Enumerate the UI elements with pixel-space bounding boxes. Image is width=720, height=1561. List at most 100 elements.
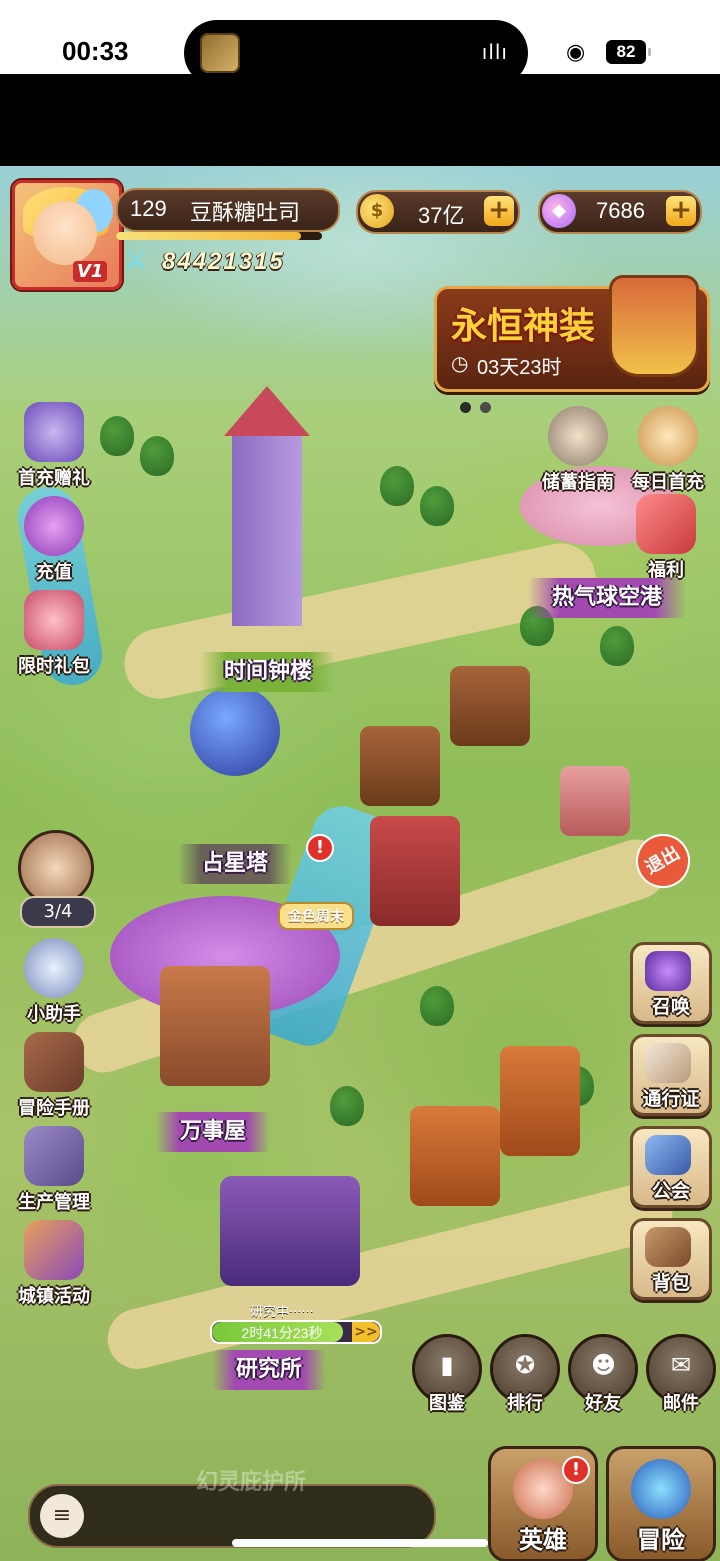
summon-label: 召唤 [651,996,690,1018]
add-gold-button[interactable]: + [484,196,514,226]
pink-house[interactable] [560,766,630,836]
backpack-button[interactable]: 背包 [630,1218,712,1300]
add-gems-button[interactable]: + [666,196,696,226]
research-institute-label[interactable]: 研究所 [212,1350,327,1390]
shield-swords-icon [645,1135,691,1175]
clock-tower-label[interactable]: 时间钟楼 [200,652,337,692]
envelope-icon: ✉ [670,1351,692,1379]
quest-npc-button[interactable] [10,830,102,906]
status-bar: 00:33 ıllı ◉ 82 [0,0,720,86]
tree [380,466,414,506]
friends-button[interactable]: ☻ 好友 [568,1334,638,1414]
daily-first-recharge-label: 每日首充 [632,472,704,493]
clock-tower-roof [224,386,310,436]
adventure-manual-label: 冒险手册 [18,1098,90,1119]
research-progress-bar[interactable]: 2时41分23秒 >> [210,1320,382,1344]
vip-badge: V1 [73,261,108,282]
savings-guide-label: 储蓄指南 [542,472,614,493]
status-time: 00:33 [62,36,129,66]
research-building[interactable] [220,1176,360,1286]
candy-house[interactable] [500,1046,580,1156]
adventure-manual-button[interactable]: 冒险手册 [8,1032,100,1120]
balloon-port-label[interactable]: 热气球空港 [528,578,687,618]
candy-house[interactable] [410,1106,500,1206]
adventure-button[interactable]: 冒险 [606,1446,716,1561]
summon-button[interactable]: 召唤 [630,942,712,1024]
gem-pot-icon [24,496,84,556]
waveform-icon: ıllı [481,40,508,64]
tree [100,416,134,456]
tree [330,1086,364,1126]
star-tower-label[interactable]: 占星塔 [178,844,293,884]
assistant-label: 小助手 [27,1004,81,1025]
first-recharge-label: 首充赠礼 [18,468,90,489]
pass-label: 通行证 [642,1088,700,1110]
daily-first-recharge-button[interactable]: 每日首充 [622,406,714,494]
wooden-house[interactable] [360,726,440,806]
event-title: 永恒神装 [451,305,596,347]
guild-label: 公会 [651,1180,690,1202]
guild-button[interactable]: 公会 [630,1126,712,1208]
book-icon: ▮ [440,1351,454,1379]
star-tower-globe[interactable] [190,686,280,776]
gift-box-icon [24,590,84,650]
gold-amount: 37亿 [418,203,465,228]
backpack-label: 背包 [651,1272,690,1294]
general-store-building[interactable] [160,966,270,1086]
tree [140,436,174,476]
game-app-icon [200,33,240,73]
event-banner[interactable]: 永恒神装 ◷ 03天23时 [434,275,710,392]
person-icon: ☻ [591,1351,617,1379]
ranking-label: 排行 [507,1393,543,1414]
recharge-button[interactable]: 充值 [8,496,100,584]
mail-button[interactable]: ✉ 邮件 [646,1334,716,1414]
gold-counter: $ 37亿 + [356,190,520,234]
wooden-house[interactable] [450,666,530,746]
pass-button[interactable]: 通行证 [630,1034,712,1116]
tree [600,626,634,666]
speed-up-button[interactable]: >> [352,1322,380,1342]
blonde-hero-icon [638,406,698,466]
book-icon [24,1032,84,1092]
limited-pack-label: 限时礼包 [18,656,90,677]
codex-button[interactable]: ▮ 图鉴 [412,1334,482,1414]
clock-tower-building[interactable] [232,426,302,626]
welfare-button[interactable]: 福利 [620,494,712,582]
general-store-label[interactable]: 万事屋 [156,1112,271,1152]
production-button[interactable]: 生产管理 [8,1126,100,1214]
star-tower-alert-badge: ! [306,834,334,862]
cake-house[interactable] [370,816,460,926]
gem-amount: 7686 [596,198,645,223]
town-map[interactable]: V1 129 豆酥糖吐司 ⚔ 84421315 $ 37亿 + ◆ 7686 +… [0,166,720,1561]
codex-label: 图鉴 [429,1393,465,1414]
savings-guide-button[interactable]: 储蓄指南 [532,406,624,494]
town-events-label: 城镇活动 [18,1286,90,1307]
tree [420,486,454,526]
friends-label: 好友 [585,1393,621,1414]
page-dot[interactable] [480,402,491,413]
exp-bar [116,232,322,240]
event-timer: 03天23时 [477,357,562,379]
page-dot[interactable] [460,402,471,413]
production-label: 生产管理 [18,1192,90,1213]
player-avatar[interactable]: V1 [12,180,122,290]
chat-bubble-icon[interactable]: ≡ [40,1494,84,1538]
portal-icon [631,1459,691,1519]
home-indicator[interactable] [232,1539,488,1547]
npc-portrait-icon [18,830,94,906]
player-name-bar[interactable]: 129 豆酥糖吐司 [116,188,340,232]
mail-label: 邮件 [663,1393,699,1414]
assistant-button[interactable]: 小助手 [8,938,100,1026]
carriage-icon [24,1220,84,1280]
scroll-icon [645,1043,691,1083]
ranking-button[interactable]: ✪ 排行 [490,1334,560,1414]
town-events-button[interactable]: 城镇活动 [8,1220,100,1308]
medal-icon: ✪ [514,1351,536,1379]
golden-weekend-tag[interactable]: 金色周末 [278,902,354,930]
spirit-shelter-label[interactable]: 幻灵庇护所 [196,1464,306,1496]
limited-pack-button[interactable]: 限时礼包 [8,590,100,678]
gift-box-icon [636,494,696,554]
gift-hero-icon [24,402,84,462]
first-recharge-button[interactable]: 首充赠礼 [8,402,100,490]
wifi-icon: ◉ [566,40,586,65]
